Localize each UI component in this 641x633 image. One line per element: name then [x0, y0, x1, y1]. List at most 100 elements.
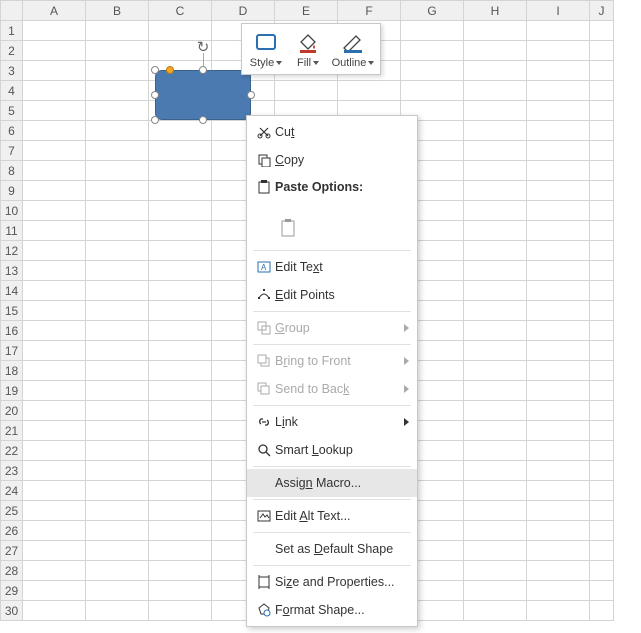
cell[interactable] [464, 121, 527, 141]
cell[interactable] [527, 381, 590, 401]
cell[interactable] [527, 81, 590, 101]
cell[interactable] [23, 561, 86, 581]
row-header[interactable]: 16 [1, 321, 23, 341]
cell[interactable] [149, 541, 212, 561]
cell[interactable] [527, 521, 590, 541]
cell[interactable] [86, 361, 149, 381]
cell[interactable] [23, 221, 86, 241]
cell[interactable] [149, 561, 212, 581]
cell[interactable] [149, 601, 212, 621]
cell[interactable] [149, 501, 212, 521]
cell[interactable] [23, 381, 86, 401]
cell[interactable] [149, 161, 212, 181]
cell[interactable] [86, 381, 149, 401]
cell[interactable] [86, 21, 149, 41]
cell[interactable] [149, 461, 212, 481]
cell[interactable] [464, 421, 527, 441]
cell[interactable] [23, 181, 86, 201]
row-header[interactable]: 24 [1, 481, 23, 501]
cell[interactable] [86, 181, 149, 201]
cell[interactable] [149, 481, 212, 501]
menu-edit-text[interactable]: A Edit Text [247, 253, 417, 281]
cell[interactable] [149, 441, 212, 461]
cell[interactable] [23, 101, 86, 121]
cell[interactable] [86, 541, 149, 561]
cell[interactable] [527, 581, 590, 601]
row-header[interactable]: 1 [1, 21, 23, 41]
cell[interactable] [86, 421, 149, 441]
row-header[interactable]: 19 [1, 381, 23, 401]
row-header[interactable]: 29 [1, 581, 23, 601]
col-header[interactable]: B [86, 1, 149, 21]
cell[interactable] [23, 281, 86, 301]
cell[interactable] [86, 461, 149, 481]
cell[interactable] [590, 21, 614, 41]
cell[interactable] [464, 381, 527, 401]
cell[interactable] [86, 41, 149, 61]
adjustment-handle[interactable] [166, 66, 174, 74]
select-all-corner[interactable] [1, 1, 23, 21]
cell[interactable] [464, 181, 527, 201]
cell[interactable] [527, 301, 590, 321]
cell[interactable] [464, 561, 527, 581]
menu-size-properties[interactable]: Size and Properties... [247, 568, 417, 596]
cell[interactable] [590, 601, 614, 621]
cell[interactable] [86, 321, 149, 341]
cell[interactable] [527, 181, 590, 201]
row-header[interactable]: 4 [1, 81, 23, 101]
resize-handle[interactable] [199, 66, 207, 74]
col-header[interactable]: H [464, 1, 527, 21]
row-header[interactable]: 13 [1, 261, 23, 281]
cell[interactable] [464, 341, 527, 361]
cell[interactable] [23, 601, 86, 621]
cell[interactable] [527, 141, 590, 161]
row-header[interactable]: 22 [1, 441, 23, 461]
cell[interactable] [401, 41, 464, 61]
cell[interactable] [23, 161, 86, 181]
style-button[interactable]: Style [245, 27, 287, 71]
cell[interactable] [86, 241, 149, 261]
menu-copy[interactable]: Copy [247, 146, 417, 174]
cell[interactable] [149, 221, 212, 241]
cell[interactable] [590, 121, 614, 141]
cell[interactable] [464, 141, 527, 161]
row-header[interactable]: 5 [1, 101, 23, 121]
cell[interactable] [149, 181, 212, 201]
cell[interactable] [149, 401, 212, 421]
cell[interactable] [590, 461, 614, 481]
cell[interactable] [464, 401, 527, 421]
row-header[interactable]: 26 [1, 521, 23, 541]
cell[interactable] [23, 481, 86, 501]
cell[interactable] [23, 201, 86, 221]
cell[interactable] [23, 461, 86, 481]
col-header[interactable]: I [527, 1, 590, 21]
cell[interactable] [464, 281, 527, 301]
cell[interactable] [149, 141, 212, 161]
cell[interactable] [464, 201, 527, 221]
resize-handle[interactable] [199, 116, 207, 124]
cell[interactable] [23, 501, 86, 521]
cell[interactable] [527, 401, 590, 421]
cell[interactable] [149, 381, 212, 401]
cell[interactable] [527, 161, 590, 181]
row-header[interactable]: 20 [1, 401, 23, 421]
menu-smart-lookup[interactable]: Smart Lookup [247, 436, 417, 464]
cell[interactable] [464, 241, 527, 261]
cell[interactable] [527, 101, 590, 121]
cell[interactable] [464, 601, 527, 621]
cell[interactable] [527, 61, 590, 81]
cell[interactable] [527, 561, 590, 581]
cell[interactable] [527, 221, 590, 241]
row-header[interactable]: 9 [1, 181, 23, 201]
cell[interactable] [590, 161, 614, 181]
cell[interactable] [590, 481, 614, 501]
col-header[interactable]: D [212, 1, 275, 21]
cell[interactable] [464, 481, 527, 501]
resize-handle[interactable] [247, 91, 255, 99]
cell[interactable] [590, 421, 614, 441]
cell[interactable] [275, 81, 338, 101]
cell[interactable] [464, 521, 527, 541]
cell[interactable] [86, 481, 149, 501]
menu-set-default-shape[interactable]: Set as Default Shape [247, 535, 417, 563]
cell[interactable] [23, 361, 86, 381]
